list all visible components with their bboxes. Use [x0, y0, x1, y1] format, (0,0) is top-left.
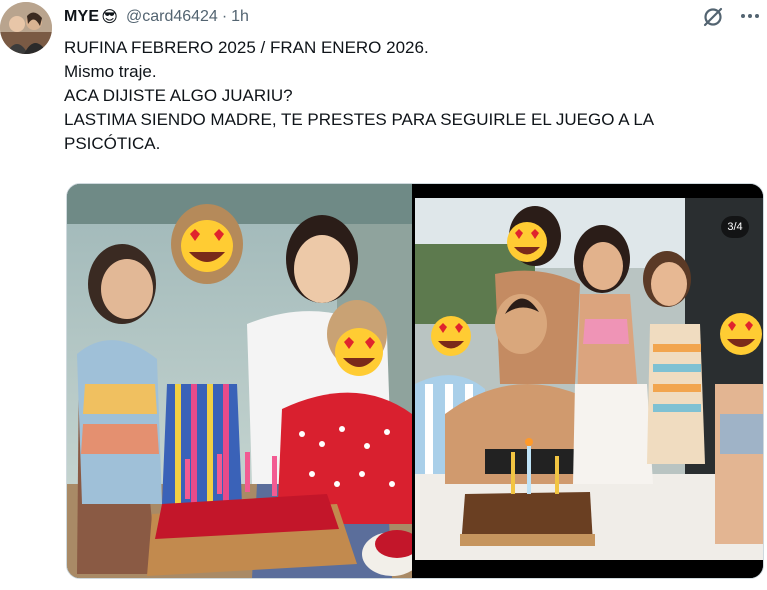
heart-eyes-emoji: [720, 313, 762, 355]
tweet-line: RUFINA FEBRERO 2025 / FRAN ENERO 2026.: [64, 38, 429, 57]
media-counter: 3/4: [721, 216, 749, 238]
author-handle[interactable]: @card46424: [126, 8, 218, 26]
media-photo-left[interactable]: [67, 184, 412, 578]
tweet-line: ACA DIJISTE ALGO JUARIU?: [64, 86, 293, 105]
tweet-media[interactable]: 3/4: [66, 183, 764, 579]
media-photo-right[interactable]: 3/4: [415, 184, 763, 578]
heart-eyes-emoji: [431, 316, 471, 356]
tweet-line: PSICÓTICA.: [64, 134, 161, 153]
tweet-line: Mismo traje.: [64, 62, 157, 81]
author-name[interactable]: MYE: [64, 8, 99, 26]
heart-eyes-emoji: [335, 328, 383, 376]
heart-eyes-emoji: [181, 220, 233, 272]
tweet-header: MYE 😎 @card46424 · 1h: [64, 6, 249, 28]
author-emoji: 😎: [101, 9, 118, 26]
more-icon[interactable]: [738, 4, 762, 28]
heart-eyes-emoji: [507, 222, 547, 262]
grok-icon[interactable]: [700, 4, 726, 30]
tweet-text: RUFINA FEBRERO 2025 / FRAN ENERO 2026. M…: [64, 36, 744, 156]
author-avatar[interactable]: [0, 2, 52, 54]
tweet-timestamp[interactable]: 1h: [231, 8, 249, 26]
tweet-line: LASTIMA SIENDO MADRE, TE PRESTES PARA SE…: [64, 110, 655, 129]
separator-dot: ·: [221, 8, 228, 25]
